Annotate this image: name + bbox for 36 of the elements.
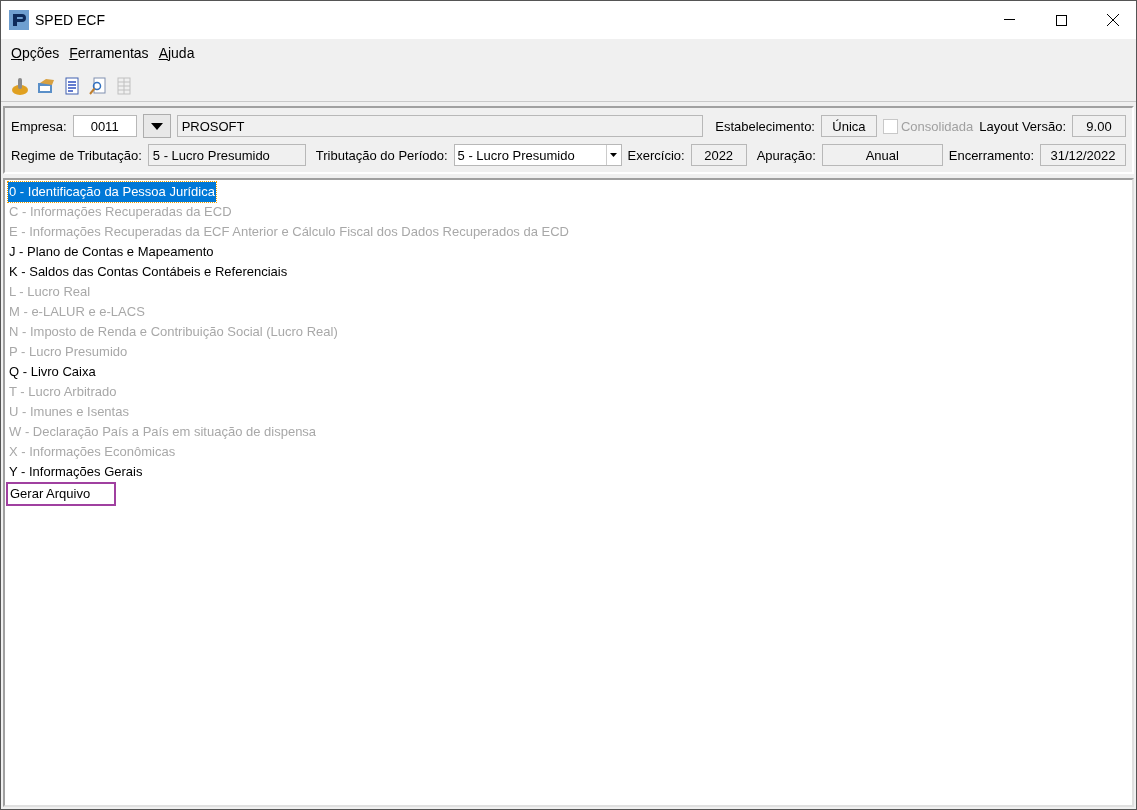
field-label: Regime de Tributação: <box>11 147 142 163</box>
list-item[interactable]: Q - Livro Caixa <box>8 362 97 382</box>
menu-item[interactable]: Opções <box>11 45 60 65</box>
list-item[interactable]: Gerar Arquivo <box>6 482 117 506</box>
field-label: Estabelecimento: <box>715 118 815 134</box>
input-field[interactable]: 31/12/2022 <box>1040 144 1126 166</box>
field-label: Apuração: <box>756 147 816 163</box>
list-item[interactable]: 0 - Identificação da Pessoa Jurídica <box>8 182 216 202</box>
field-label: Layout Versão: <box>979 118 1066 134</box>
dropdown-field[interactable]: 5 - Lucro Presumido <box>453 144 622 166</box>
maximize-icon[interactable] <box>1055 14 1067 26</box>
input-field[interactable]: 9.00 <box>1072 115 1126 137</box>
magnifier-page-icon[interactable] <box>87 75 109 97</box>
dropdown-button[interactable] <box>142 114 171 138</box>
list-item[interactable]: K - Saldos das Contas Contábeis e Referenciais <box>8 262 289 282</box>
input-field[interactable]: Anual <box>821 144 943 166</box>
coin-icon[interactable] <box>9 75 31 97</box>
field-label: Exercício: <box>627 147 685 163</box>
list-item[interactable]: Y - Informações Gerais <box>8 462 144 482</box>
input-field[interactable]: PROSOFT <box>176 115 704 137</box>
close-icon[interactable] <box>1107 14 1119 26</box>
input-field[interactable]: 0011 <box>72 115 137 137</box>
caret-icon[interactable] <box>610 153 618 157</box>
list-item[interactable]: J - Plano de Contas e Mapeamento <box>8 242 215 262</box>
input-field[interactable]: 5 - Lucro Presumido <box>147 144 306 166</box>
input-field[interactable]: 2022 <box>690 144 747 166</box>
window-title: SPED ECF <box>35 12 106 28</box>
input-field[interactable]: Única <box>821 115 877 137</box>
menu-item[interactable]: Ferramentas <box>69 45 149 65</box>
field-label: Empresa: <box>11 118 67 134</box>
field-label: Encerramento: <box>948 147 1034 163</box>
minimize-icon[interactable] <box>1003 19 1015 21</box>
menu-item[interactable]: Ajuda <box>158 45 195 65</box>
app-logo-icon <box>9 10 29 30</box>
caret-icon <box>150 122 163 130</box>
field-label: Tributação do Período: <box>315 147 448 163</box>
